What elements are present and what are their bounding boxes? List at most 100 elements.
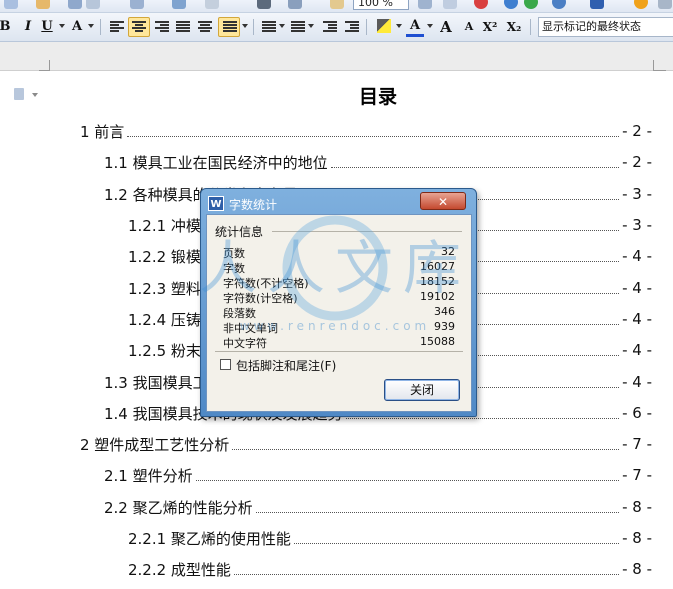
margin-corner-left (39, 60, 50, 71)
display-state-select[interactable]: 显示标记的最终状态 (538, 17, 673, 37)
grow-font-button[interactable]: A (437, 17, 455, 37)
increase-indent-icon[interactable] (345, 21, 359, 33)
underline-dropdown-icon[interactable] (59, 24, 65, 28)
toc-leader (127, 125, 620, 137)
align-left-icon[interactable] (110, 21, 124, 33)
underline-button[interactable]: U (38, 17, 56, 37)
toc-title: 目录 (358, 86, 397, 108)
subscript-button[interactable]: X₂ (505, 17, 523, 37)
stat-value: 32 (441, 245, 455, 258)
distribute-icon[interactable] (198, 21, 212, 33)
toc-entry[interactable]: 2 塑件成型工艺性分析 - 7 - (80, 433, 652, 455)
character-style-dropdown-icon[interactable] (88, 24, 94, 28)
toc-entry[interactable]: 2.1 塑件分析 - 7 - (104, 464, 652, 486)
toc-entry-label: 1.2.5 粉末 (128, 341, 201, 360)
highlight-dropdown-icon[interactable] (396, 24, 402, 28)
toolbar-separator (253, 19, 254, 35)
toc-entry-page: - 8 - (622, 529, 652, 547)
stat-label: 页数 (223, 247, 245, 260)
stat-row-chars-no-spaces: 字符数(不计空格) 18152 (223, 275, 455, 290)
help-icon[interactable] (418, 0, 432, 9)
toc-entry[interactable]: 2.2 聚乙烯的性能分析 - 8 - (104, 496, 652, 518)
toolbar-separator (100, 19, 101, 35)
align-right-icon[interactable] (155, 21, 169, 33)
eraser-icon[interactable] (36, 0, 50, 9)
character-style-button[interactable]: A (68, 17, 86, 37)
toc-entry-label: 1.3 我国模具工 (104, 373, 208, 392)
stat-row-chinese-chars: 中文字符 15088 (223, 335, 455, 350)
toc-entry-page: - 8 - (622, 498, 652, 516)
undo-icon[interactable] (68, 0, 82, 9)
line-spacing-dropdown-icon[interactable] (242, 24, 248, 28)
stat-label: 非中文单词 (223, 322, 278, 335)
globe-icon[interactable] (504, 0, 518, 9)
toc-entry-label: 2 塑件成型工艺性分析 (80, 435, 230, 454)
font-color-button[interactable]: A (406, 17, 424, 37)
stat-label: 中文字符 (223, 337, 267, 350)
decrease-indent-icon[interactable] (323, 21, 337, 33)
toc-entry-page: - 7 - (622, 435, 652, 453)
include-footnotes-label[interactable]: 包括脚注和尾注(F) (236, 357, 336, 374)
justify-icon[interactable] (176, 21, 190, 33)
columns-icon[interactable] (205, 0, 219, 9)
toc-entry-label: 2.2.2 成型性能 (128, 560, 231, 579)
toc-entry[interactable]: 1 前言 - 2 - (80, 120, 652, 142)
stat-label: 字符数(不计空格) (223, 277, 309, 290)
close-button[interactable]: 关闭 (384, 379, 460, 401)
shrink-font-button[interactable]: A (460, 17, 478, 37)
toc-leader (255, 501, 620, 513)
toc-entry[interactable]: 2.2.1 聚乙烯的使用性能 - 8 - (128, 527, 652, 549)
stop-icon[interactable] (474, 0, 488, 9)
hyperlink-icon[interactable] (288, 0, 302, 9)
refresh-icon[interactable] (524, 0, 538, 9)
more-icon[interactable] (658, 0, 672, 9)
line-spacing-button[interactable] (218, 17, 240, 37)
stat-row-chars-with-spaces: 字符数(计空格) 19102 (223, 290, 455, 305)
numbered-list-dropdown-icon[interactable] (279, 24, 285, 28)
toc-leader (233, 563, 620, 575)
font-color-dropdown-icon[interactable] (427, 24, 433, 28)
toc-entry-page: - 4 - (622, 247, 652, 265)
bulleted-list-icon[interactable] (291, 21, 305, 33)
stat-row-paragraphs: 段落数 346 (223, 305, 455, 320)
toc-leader (293, 532, 620, 544)
stat-value: 346 (434, 305, 455, 318)
table-icon[interactable] (130, 0, 144, 9)
new-document-icon[interactable] (4, 0, 18, 9)
include-footnotes-checkbox[interactable] (220, 359, 231, 370)
zoom-select[interactable]: 100 % (353, 0, 409, 10)
image-icon[interactable] (172, 0, 186, 9)
word-count-dialog: W 字数统计 ✕ 统计信息 页数 32 字数 16027 字符数(不计空格) 1815… (200, 188, 477, 417)
grid-icon[interactable] (257, 0, 271, 9)
highlight-icon[interactable] (377, 19, 391, 33)
bold-button[interactable]: B (0, 17, 14, 37)
document-map-icon[interactable] (14, 88, 24, 100)
search-icon[interactable] (552, 0, 566, 9)
numbered-list-icon[interactable] (262, 21, 276, 33)
italic-button[interactable]: I (19, 17, 37, 37)
stat-value: 939 (434, 320, 455, 333)
align-center-button[interactable] (128, 17, 150, 37)
toc-entry-page: - 2 - (622, 153, 652, 171)
redo-icon[interactable] (86, 0, 100, 9)
info-icon[interactable] (634, 0, 648, 9)
margin-corner-right (653, 60, 666, 71)
toc-entry-page: - 8 - (622, 560, 652, 578)
print-preview-icon[interactable] (330, 0, 344, 9)
toc-leader (330, 156, 620, 168)
document-map-dropdown-icon[interactable] (32, 93, 38, 97)
toc-entry-label: 2.1 塑件分析 (104, 466, 193, 485)
tool-icon[interactable] (443, 0, 457, 9)
toc-entry[interactable]: 2.2.2 成型性能 - 8 - (128, 558, 652, 580)
toc-entry-label: 1.2.1 冲模 (128, 216, 201, 235)
toc-entry[interactable]: 1.1 模具工业在国民经济中的地位 - 2 - (104, 151, 652, 173)
shield-icon[interactable] (590, 0, 604, 9)
toc-entry-label: 1.2.2 锻模 (128, 247, 201, 266)
toc-leader (232, 438, 620, 450)
stat-value: 15088 (420, 335, 455, 348)
bulleted-list-dropdown-icon[interactable] (308, 24, 314, 28)
dialog-close-x-button[interactable]: ✕ (420, 192, 466, 210)
page-margin-area (0, 42, 673, 70)
align-center-icon (132, 21, 146, 33)
superscript-button[interactable]: X² (481, 17, 499, 37)
